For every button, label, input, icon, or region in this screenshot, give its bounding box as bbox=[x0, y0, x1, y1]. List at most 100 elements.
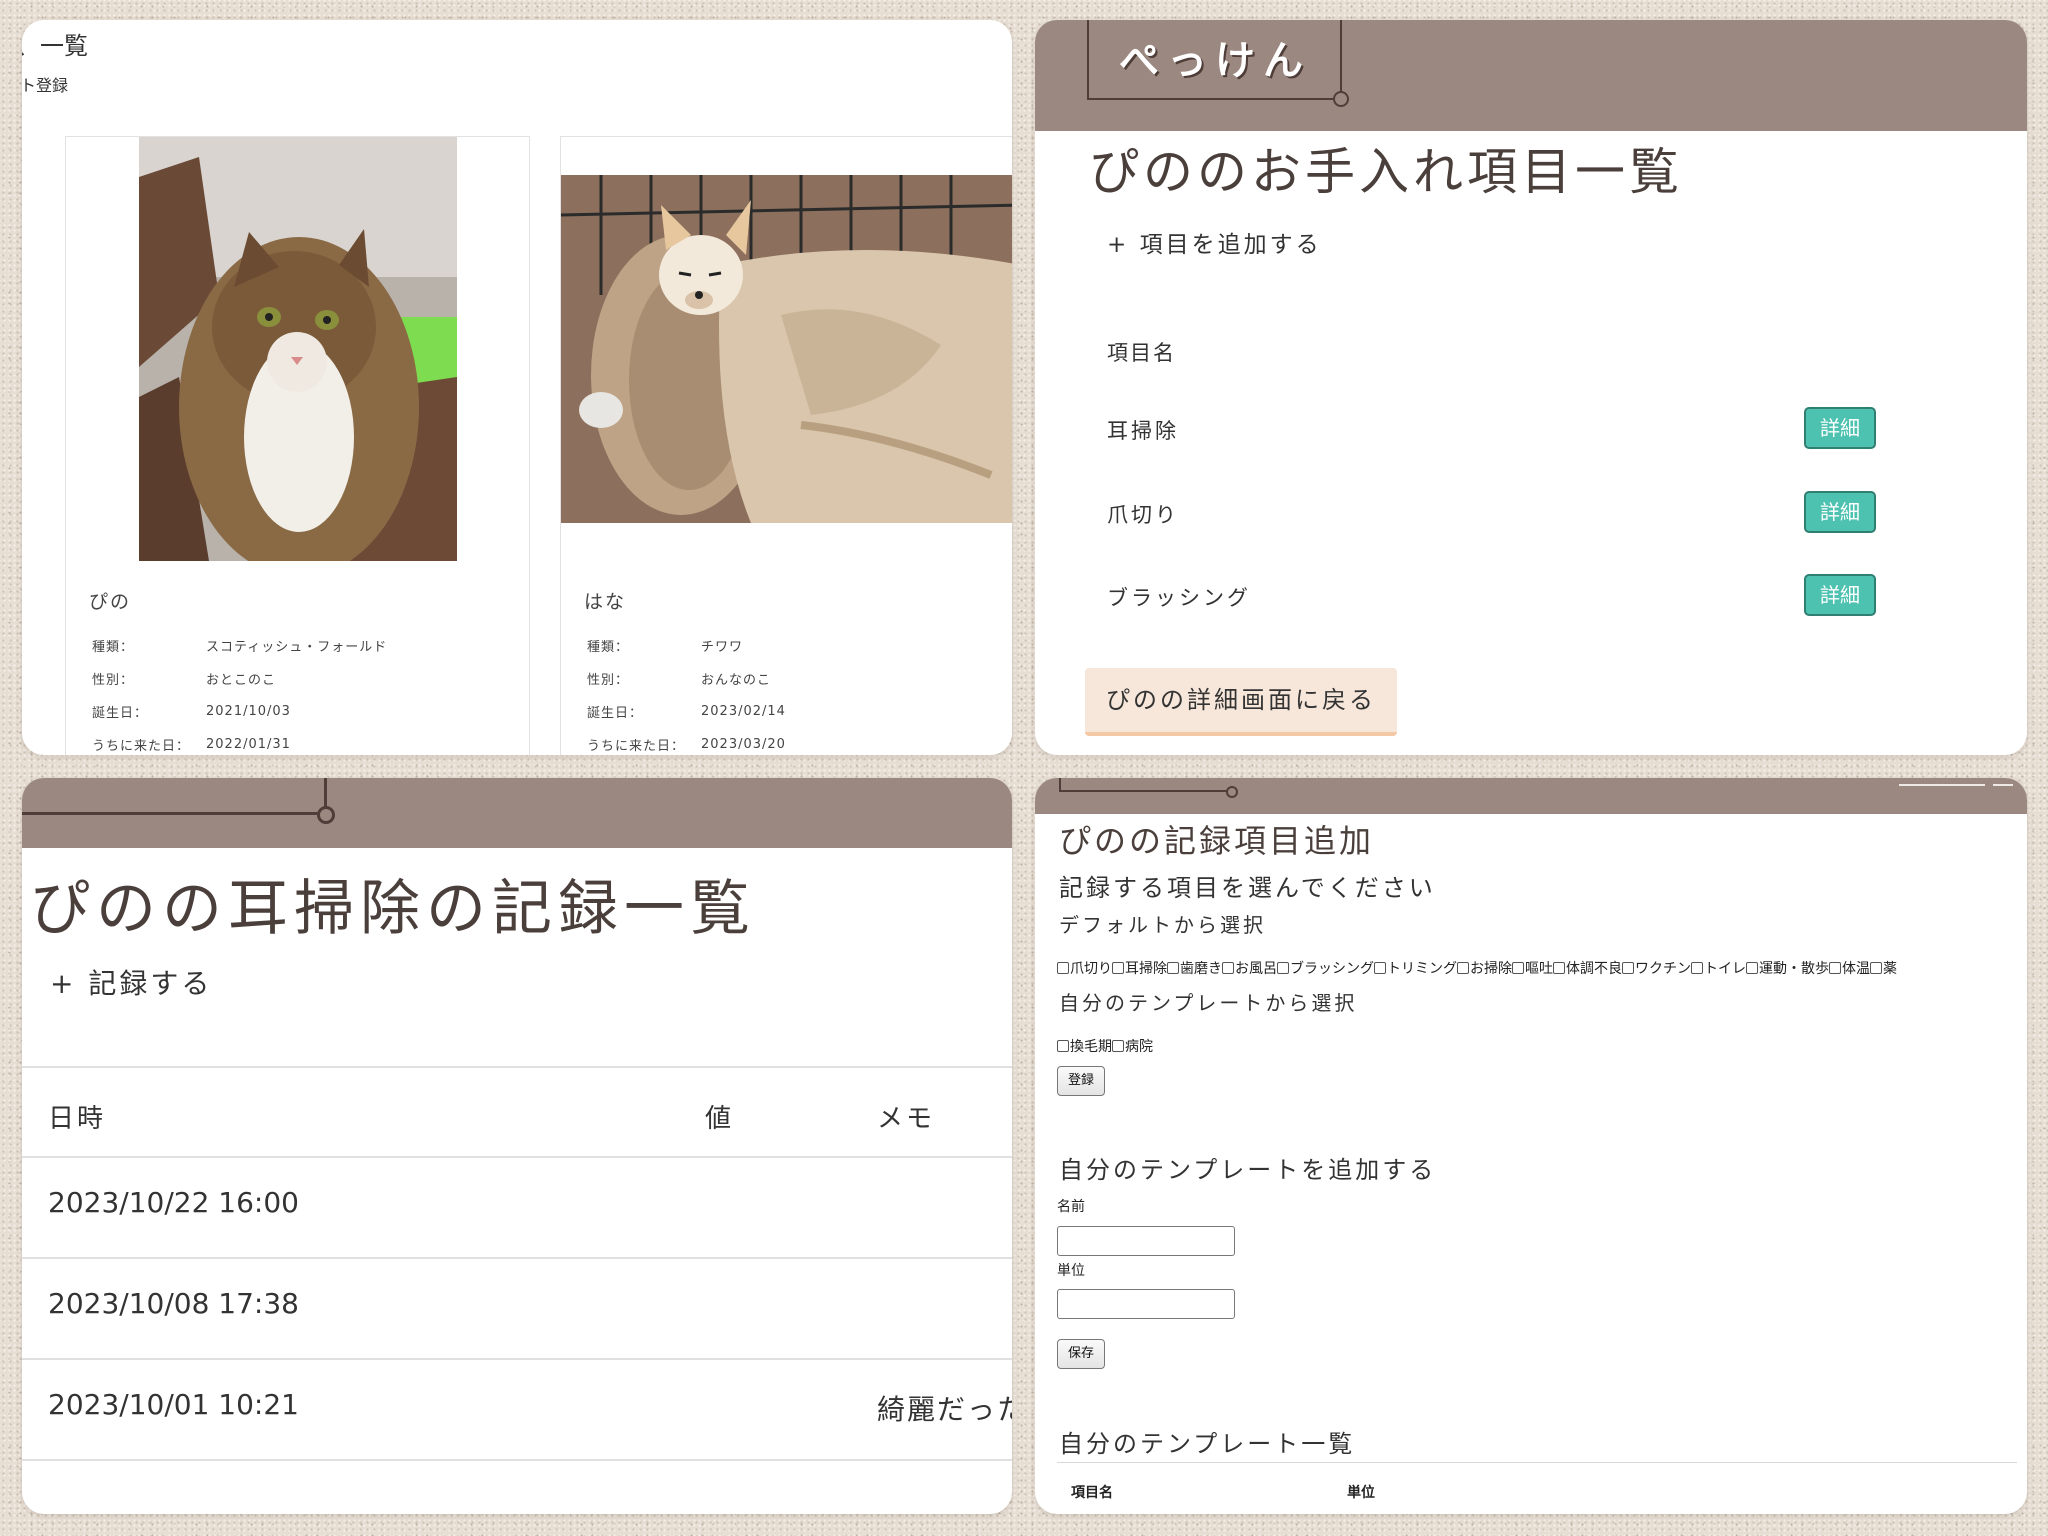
pet-card[interactable]: はな 種類： チワワ 性別： おんなのこ 誕生日： 2023/02/14 うちに来た日… bbox=[560, 136, 1012, 755]
column-header-item-name: 項目名 bbox=[1071, 1485, 1113, 1501]
checkbox-option[interactable]: 換毛期 bbox=[1057, 1036, 1112, 1056]
field-label: 誕生日： bbox=[587, 706, 644, 721]
site-header: ぺっけん bbox=[1035, 20, 2027, 131]
default-options: 爪切り 耳掃除 歯磨き お風呂 ブラッシング トリミング お掃除 嘔吐 体調不良… bbox=[1057, 958, 1897, 978]
pet-register-link[interactable]: ト登録 bbox=[22, 72, 68, 96]
page-title: ぴのの耳掃除の記録一覧 bbox=[30, 874, 756, 944]
care-item-name: 爪切り bbox=[1107, 503, 1179, 527]
checkbox[interactable] bbox=[1622, 962, 1634, 974]
detail-button[interactable]: 詳細 bbox=[1804, 491, 1876, 533]
logo-frame: ぺっけん bbox=[1087, 20, 1349, 107]
header-divider bbox=[1993, 784, 2013, 786]
checkbox-option[interactable]: 歯磨き bbox=[1167, 958, 1222, 978]
pet-info: 種類： スコティッシュ・フォールド 性別： おとこのこ 誕生日： 2021/10/03… bbox=[92, 629, 387, 755]
detail-button[interactable]: 詳細 bbox=[1804, 407, 1876, 449]
checkbox[interactable] bbox=[1374, 962, 1386, 974]
template-name-input[interactable] bbox=[1057, 1226, 1235, 1256]
checkbox-option[interactable]: 運動・散歩 bbox=[1746, 958, 1829, 978]
add-record-item-panel: ぴのの記録項目追加 記録する項目を選んでください デフォルトから選択 爪切り 耳… bbox=[1035, 778, 2027, 1514]
table-header: 日時 値 メモ bbox=[22, 1066, 1012, 1158]
header-ornament-dot bbox=[317, 806, 335, 824]
records-panel: ぴのの耳掃除の記録一覧 + 記録する 日時 値 メモ 2023/10/22 16… bbox=[22, 778, 1012, 1514]
record-date: 2023/10/01 10:21 bbox=[48, 1388, 299, 1421]
record-date: 2023/10/22 16:00 bbox=[48, 1186, 299, 1219]
checkbox[interactable] bbox=[1222, 962, 1234, 974]
field-value: 2023/02/14 bbox=[701, 704, 786, 719]
checkbox-option[interactable]: 薬 bbox=[1870, 958, 1897, 978]
checkbox[interactable] bbox=[1112, 1040, 1124, 1052]
option-label: 換毛期 bbox=[1070, 1039, 1112, 1055]
table-row[interactable]: 2023/10/08 17:38 bbox=[22, 1259, 1012, 1360]
checkbox[interactable] bbox=[1057, 1040, 1069, 1052]
site-logo[interactable]: ぺっけん bbox=[1119, 28, 1311, 86]
checkbox-option[interactable]: 病院 bbox=[1112, 1036, 1153, 1056]
care-item-row: 耳掃除 詳細 bbox=[1107, 407, 1927, 453]
checkbox-option[interactable]: 爪切り bbox=[1057, 958, 1112, 978]
header-divider bbox=[1899, 784, 1985, 786]
checkbox-option[interactable]: ブラッシング bbox=[1277, 958, 1374, 978]
checkbox[interactable] bbox=[1277, 962, 1289, 974]
field-value: 2023/03/20 bbox=[701, 737, 786, 752]
checkbox[interactable] bbox=[1691, 962, 1703, 974]
back-to-detail-button[interactable]: ぴのの詳細画面に戻る bbox=[1085, 668, 1397, 736]
checkbox[interactable] bbox=[1167, 962, 1179, 974]
column-header-unit: 単位 bbox=[1347, 1485, 1375, 1501]
page-title: ぴののお手入れ項目一覧 bbox=[1089, 143, 1683, 201]
checkbox-option[interactable]: トイレ bbox=[1691, 958, 1746, 978]
option-label: 薬 bbox=[1883, 961, 1897, 977]
option-label: トイレ bbox=[1704, 961, 1746, 977]
column-header-value: 値 bbox=[705, 1104, 735, 1134]
checkbox[interactable] bbox=[1512, 962, 1524, 974]
option-label: 病院 bbox=[1125, 1039, 1153, 1055]
field-label: 誕生日： bbox=[92, 706, 149, 721]
register-button[interactable]: 登録 bbox=[1057, 1066, 1106, 1096]
cat-photo[interactable] bbox=[139, 137, 457, 561]
header-ornament bbox=[22, 778, 327, 815]
option-label: 嘔吐 bbox=[1525, 961, 1553, 977]
checkbox-option[interactable]: お風呂 bbox=[1222, 958, 1277, 978]
field-value: スコティッシュ・フォールド bbox=[206, 640, 388, 655]
template-options: 換毛期 病院 bbox=[1057, 1036, 1153, 1056]
template-unit-input[interactable] bbox=[1057, 1289, 1235, 1319]
record-date: 2023/10/08 17:38 bbox=[48, 1287, 299, 1320]
checkbox[interactable] bbox=[1870, 962, 1882, 974]
header-ornament-dot bbox=[1226, 786, 1238, 798]
dog-photo[interactable] bbox=[561, 175, 1012, 523]
field-label: うちに来た日： bbox=[587, 739, 686, 754]
checkbox-option[interactable]: お掃除 bbox=[1457, 958, 1512, 978]
pet-info: 種類： チワワ 性別： おんなのこ 誕生日： 2023/02/14 うちに来た日： 20… bbox=[587, 629, 786, 755]
checkbox[interactable] bbox=[1457, 962, 1469, 974]
template-heading: 自分のテンプレートから選択 bbox=[1059, 991, 1358, 1015]
records-table: 日時 値 メモ 2023/10/22 16:00 2023/10/08 17:3… bbox=[22, 1066, 1012, 1461]
page-title: ぴのの記録項目追加 bbox=[1059, 822, 1375, 860]
checkbox-option[interactable]: 体調不良 bbox=[1553, 958, 1622, 978]
checkbox[interactable] bbox=[1829, 962, 1841, 974]
detail-button[interactable]: 詳細 bbox=[1804, 574, 1876, 616]
add-record-link[interactable]: + 記録する bbox=[50, 962, 212, 1002]
table-divider bbox=[1057, 1462, 2017, 1463]
checkbox-option[interactable]: ワクチン bbox=[1622, 958, 1691, 978]
checkbox[interactable] bbox=[1057, 962, 1069, 974]
checkbox-option[interactable]: 体温 bbox=[1829, 958, 1870, 978]
checkbox[interactable] bbox=[1746, 962, 1758, 974]
checkbox[interactable] bbox=[1553, 962, 1565, 974]
add-item-link[interactable]: + 項目を追加する bbox=[1107, 225, 1322, 259]
care-items-panel: ぺっけん ぴののお手入れ項目一覧 + 項目を追加する 項目名 耳掃除 詳細 爪切… bbox=[1035, 20, 2027, 755]
option-label: トリミング bbox=[1387, 961, 1457, 977]
table-row[interactable]: 2023/10/01 10:21 綺麗だった bbox=[22, 1360, 1012, 1461]
checkbox-option[interactable]: 耳掃除 bbox=[1112, 958, 1167, 978]
column-header-date: 日時 bbox=[48, 1104, 107, 1134]
save-button[interactable]: 保存 bbox=[1057, 1339, 1106, 1369]
option-label: 体温 bbox=[1842, 961, 1870, 977]
checkbox-option[interactable]: トリミング bbox=[1374, 958, 1457, 978]
pet-card[interactable]: ぴの 種類： スコティッシュ・フォールド 性別： おとこのこ 誕生日： 2021/10… bbox=[65, 136, 530, 755]
unit-label: 単位 bbox=[1057, 1263, 1085, 1279]
checkbox[interactable] bbox=[1112, 962, 1124, 974]
checkbox-option[interactable]: 嘔吐 bbox=[1512, 958, 1553, 978]
option-label: 体調不良 bbox=[1566, 961, 1622, 977]
care-item-name: ブラッシング bbox=[1107, 586, 1251, 610]
table-row[interactable]: 2023/10/22 16:00 bbox=[22, 1158, 1012, 1259]
field-value: 2021/10/03 bbox=[206, 704, 291, 719]
care-item-row: 爪切り 詳細 bbox=[1107, 491, 1927, 537]
field-label: うちに来た日： bbox=[92, 739, 191, 754]
